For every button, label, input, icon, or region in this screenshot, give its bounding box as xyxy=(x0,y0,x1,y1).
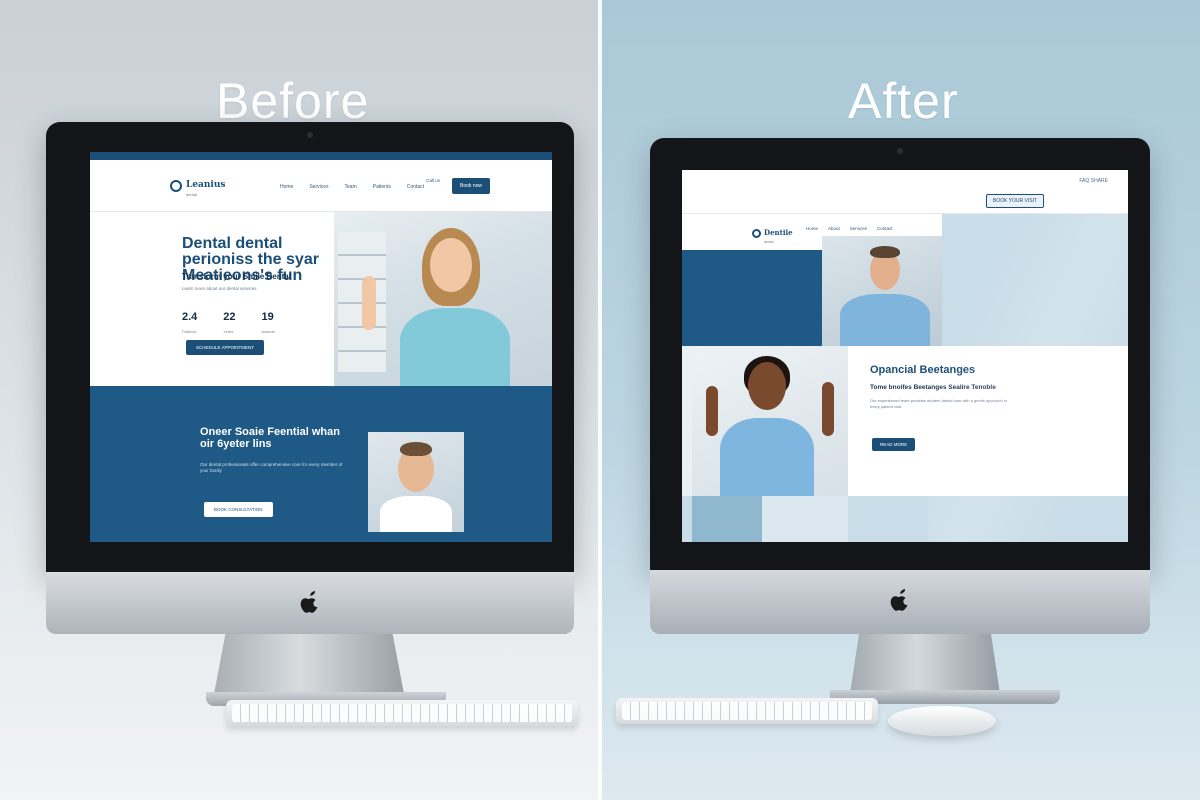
face xyxy=(748,362,786,410)
nav-item-services[interactable]: Services xyxy=(850,226,867,231)
brand-name: Dentile xyxy=(764,228,793,237)
light-blue-block xyxy=(942,214,1128,346)
keyboard xyxy=(226,700,578,726)
stat-item: 22 Years xyxy=(223,307,235,334)
after-monitor: FAQ SHARE BOOK YOUR VISIT Dentile dental… xyxy=(650,138,1150,704)
nav-item-about[interactable]: About xyxy=(828,226,840,231)
woman-dentist xyxy=(334,212,552,390)
header-book-button[interactable]: Book now xyxy=(452,178,490,194)
raised-hand xyxy=(706,386,718,436)
shirt xyxy=(840,294,930,346)
camera-icon xyxy=(307,132,313,138)
before-website[interactable]: Leanius dental Home Services Team Patien… xyxy=(90,152,552,542)
stat-label: Patients xyxy=(182,329,197,334)
stat-value: 22 xyxy=(223,311,236,323)
services-band: Oneer Soaie Feential whan oir 6yeter lin… xyxy=(90,386,552,542)
photo-female-dentist-waving xyxy=(692,346,848,496)
keyboard xyxy=(616,698,878,724)
keyboard-keys xyxy=(622,702,872,720)
tile-plain xyxy=(762,496,848,542)
hero-body: Learn more about our dental services xyxy=(182,286,257,291)
after-caption: After xyxy=(848,73,959,129)
stat-label: Awards xyxy=(261,329,275,334)
book-visit-button[interactable]: BOOK YOUR VISIT xyxy=(985,194,1044,208)
tooth-logo-icon xyxy=(170,179,182,192)
raised-hand xyxy=(822,382,834,436)
keyboard-keys xyxy=(232,704,572,722)
stats-row: 2.4 Patients 22 Years 19 Awards xyxy=(182,307,275,334)
main-nav: Home About Services Contact xyxy=(806,226,893,231)
site-header: Leanius dental Home Services Team Patien… xyxy=(90,160,552,212)
nav-item-home[interactable]: Home xyxy=(806,226,818,231)
nav-item-contact[interactable]: Contact xyxy=(407,184,424,190)
apple-logo-icon xyxy=(300,591,318,613)
hair xyxy=(400,442,432,456)
header-utility-links[interactable]: FAQ SHARE xyxy=(1079,178,1108,184)
header-contact[interactable]: Call us xyxy=(426,178,440,183)
nav-item-patients[interactable]: Patients xyxy=(373,184,391,190)
hair xyxy=(870,246,900,258)
monitor-stand xyxy=(214,634,404,694)
scrubs xyxy=(720,418,814,496)
coat xyxy=(380,496,452,532)
stat-value: 2.4 xyxy=(182,311,198,323)
raised-hand xyxy=(362,276,376,330)
band-body: Our dental professionals offer comprehen… xyxy=(200,462,343,473)
center-divider xyxy=(598,0,602,800)
stat-value: 19 xyxy=(261,311,274,323)
site-header: FAQ SHARE BOOK YOUR VISIT xyxy=(682,170,1128,214)
consultation-button[interactable]: BOOK CONSULTATION xyxy=(204,502,273,517)
stat-label: Years xyxy=(223,329,234,334)
after-website[interactable]: FAQ SHARE BOOK YOUR VISIT Dentile dental… xyxy=(682,170,1128,542)
scrubs xyxy=(400,308,510,390)
photo-male-dentist xyxy=(822,236,942,346)
nav-item-contact[interactable]: Contact xyxy=(877,226,893,231)
blue-block xyxy=(682,250,822,346)
bottom-tiles xyxy=(682,496,1128,542)
monitor-chin xyxy=(650,570,1150,634)
magic-mouse xyxy=(888,706,996,736)
monitor-stand xyxy=(850,634,1000,694)
nav-item-services[interactable]: Services xyxy=(309,184,328,190)
tooth-logo-icon xyxy=(752,228,761,238)
brand-tagline: dental xyxy=(186,192,197,197)
band-headline: Oneer Soaie Feential whan oir 6yeter lin… xyxy=(200,426,340,450)
before-panel: Before Leanius dental Home Services Team… xyxy=(0,0,600,800)
read-more-button[interactable]: READ MORE xyxy=(872,438,916,451)
site-logo[interactable]: Dentile dental xyxy=(752,222,793,244)
main-nav: Home Services Team Patients Contact xyxy=(280,184,424,190)
monitor-chin xyxy=(46,572,574,634)
schedule-button[interactable]: SCHEDULE APPOINTMENT xyxy=(186,340,265,355)
feature-text-panel: Opancial Beetanges Tome bnoifes Beetange… xyxy=(848,346,1128,496)
top-utility-bar xyxy=(90,152,552,160)
tile-photo xyxy=(692,496,762,542)
hero-subheadline: Transform your Smile Dental xyxy=(182,272,291,281)
nav-item-team[interactable]: Team xyxy=(345,184,357,190)
brand-name: Leanius xyxy=(186,180,226,190)
nav-item-home[interactable]: Home xyxy=(280,184,293,190)
band-photo-male-dentist xyxy=(368,432,464,532)
hero-photo-dentist-waving xyxy=(334,212,552,390)
stat-item: 2.4 Patients xyxy=(182,307,197,334)
brand-tagline: dental xyxy=(764,240,774,244)
feature-body: Our experienced team provides modern den… xyxy=(870,398,1008,409)
feature-headline: Opancial Beetanges xyxy=(870,364,976,376)
stat-item: 19 Awards xyxy=(262,307,275,334)
face xyxy=(430,238,472,292)
before-monitor: Leanius dental Home Services Team Patien… xyxy=(46,122,574,706)
monitor-bezel: Leanius dental Home Services Team Patien… xyxy=(46,122,574,572)
hero-section: Dental dental perioniss the syar Meatieo… xyxy=(90,212,552,390)
site-logo[interactable]: Leanius dental xyxy=(170,174,225,197)
monitor-bezel: FAQ SHARE BOOK YOUR VISIT Dentile dental… xyxy=(650,138,1150,570)
camera-icon xyxy=(897,148,903,154)
feature-subheadline: Tome bnoifes Beetanges Sealire Tenoble xyxy=(870,384,996,391)
apple-logo-icon xyxy=(890,589,908,611)
